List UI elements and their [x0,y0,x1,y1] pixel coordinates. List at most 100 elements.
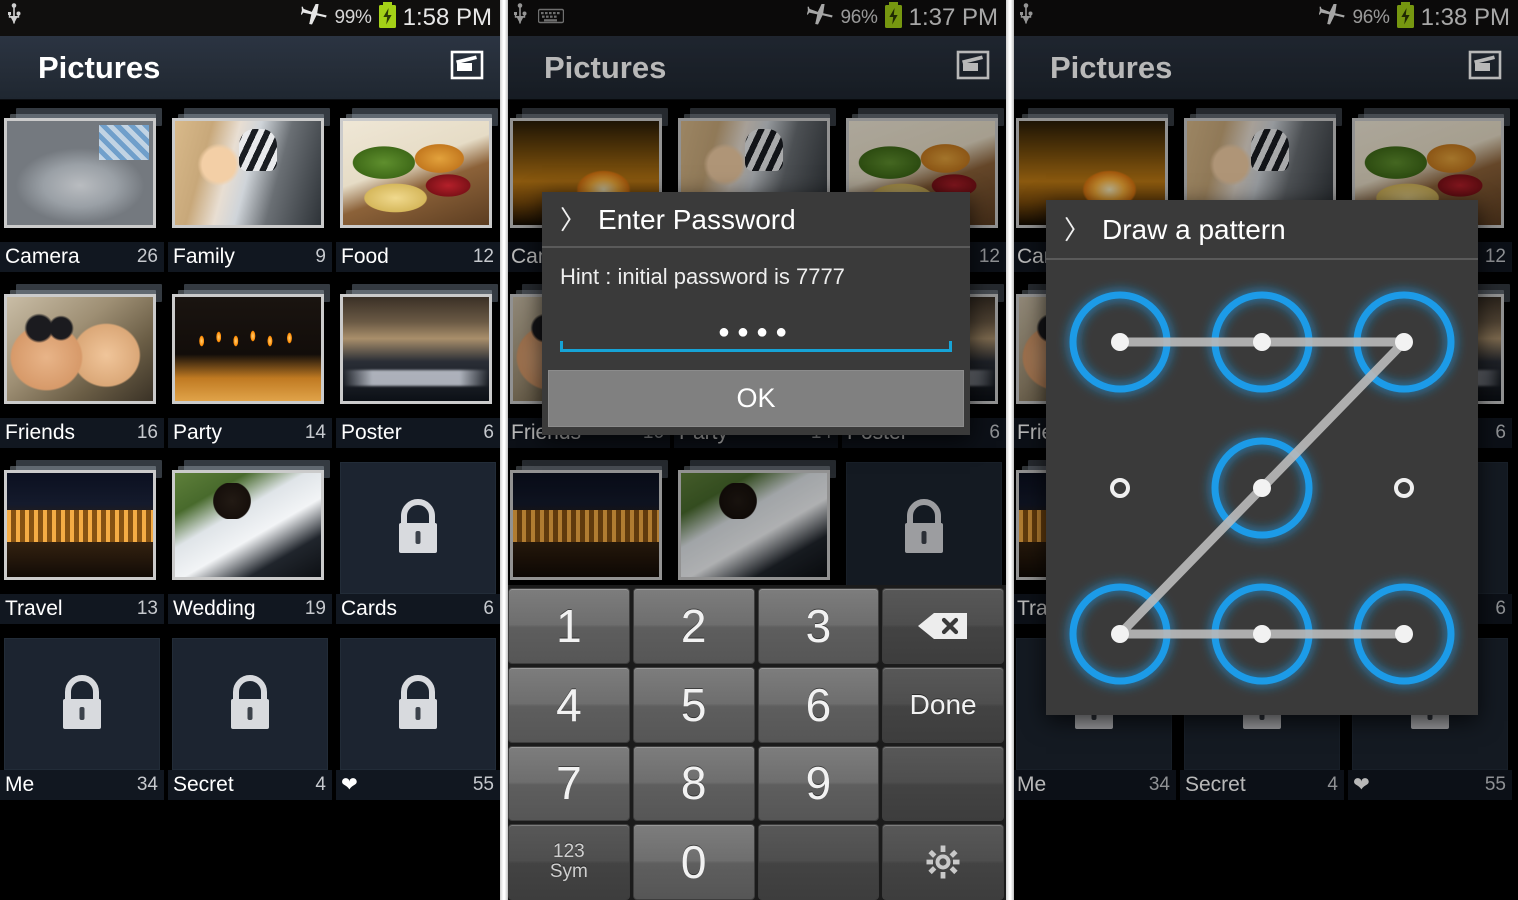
album-cover-photo [340,294,492,404]
pattern-node-1-dot[interactable] [1111,333,1129,351]
cover-artwork [7,121,153,225]
album-tile[interactable]: Secret 4 [168,632,332,800]
album-tile[interactable]: Friends 16 [0,280,164,448]
pattern-node-2-dot[interactable] [1253,333,1271,351]
phone-screenshot-2: 96% 1:37 PM Pictures 12 6 〉 Enter Passwo… [506,0,1006,900]
album-thumbnail [0,104,164,242]
album-tile[interactable]: Camera 26 [0,104,164,272]
key-9[interactable]: 9 [757,745,880,822]
album-name: Secret [173,773,234,796]
page-title-3: Pictures [1050,49,1173,85]
album-caption: Food 12 [336,242,500,272]
panel-divider-2 [1006,0,1014,900]
album-tile[interactable]: Cards 6 [336,456,500,624]
pattern-node-7-dot[interactable] [1111,625,1129,643]
status-bar-2: 96% 1:37 PM [506,0,1006,36]
album-item-count: 12 [472,246,494,267]
key-8[interactable]: 8 [632,745,755,822]
album-row: Camera 26 Family 9 Food 12 [0,104,500,280]
album-item-count: 6 [1495,422,1506,443]
blank-key-2[interactable] [757,824,880,900]
pattern-lock-canvas[interactable] [1046,260,1478,715]
key-2[interactable]: 2 [632,588,755,664]
album-tile[interactable]: Family 9 [168,104,332,272]
pattern-node-4-dot-inactive[interactable] [1110,478,1130,498]
album-item-count: 16 [136,422,158,443]
battery-charging-icon [1396,2,1415,34]
album-caption: Family 9 [168,242,332,272]
pattern-dialog-title: Draw a pattern [1102,214,1286,245]
locked-album-thumbnail [340,638,496,770]
key-1[interactable]: 1 [508,588,630,664]
key-7[interactable]: 7 [508,745,630,822]
album-row: Me 34 Secret 4 ❤ 55 [0,632,500,808]
album-tile[interactable]: Wedding 19 [168,456,332,624]
page-title-1: Pictures [38,49,161,85]
panel-divider-1 [500,0,508,900]
pattern-node-6-dot-inactive[interactable] [1394,478,1414,498]
album-caption: Poster 6 [336,418,500,448]
album-row: Friends 16 Party 14 Poster 6 [0,280,500,456]
key-0[interactable]: 0 [632,824,755,900]
album-name: Me [1017,773,1047,796]
album-item-count: 12 [1484,246,1506,267]
password-input[interactable]: ●●●● [560,322,952,352]
album-caption: ❤ 55 [336,770,500,800]
numeric-keypad: 1 2 3 4 5 6 Done 7 8 9 123 Sym 0 [506,585,1006,900]
album-tile[interactable]: Travel 13 [0,456,164,624]
blank-key[interactable] [882,745,1004,822]
cover-artwork [681,473,827,577]
pattern-lock-grid[interactable] [1046,260,1478,715]
gallery-camera-icon[interactable] [1468,49,1502,86]
settings-gear-key[interactable] [882,824,1004,900]
album-item-count: 26 [136,246,158,267]
password-dialog-title: Enter Password [598,204,796,235]
cover-artwork [343,297,489,401]
album-thumbnail [168,280,332,418]
album-thumbnail [674,456,838,594]
album-caption: Party 14 [168,418,332,448]
keypad-row: 123 Sym 0 [508,824,1004,900]
key-5[interactable]: 5 [632,666,755,743]
lock-icon [399,675,437,729]
album-name: Secret [1185,773,1246,796]
gallery-camera-icon[interactable] [956,49,990,86]
pattern-node-9-dot[interactable] [1395,625,1413,643]
album-name: Friends [5,421,76,444]
key-3[interactable]: 3 [757,588,880,664]
ok-button[interactable]: OK [548,370,964,427]
album-tile[interactable]: Party 14 [168,280,332,448]
key-6[interactable]: 6 [757,666,880,743]
symbols-key[interactable]: 123 Sym [508,824,630,900]
album-item-count: 6 [1495,598,1506,619]
album-item-count: 34 [1148,774,1170,795]
pattern-node-3-dot[interactable] [1395,333,1413,351]
done-key[interactable]: Done [882,666,1004,743]
action-bar-2: Pictures [506,36,1006,100]
usb-icon [512,2,528,34]
album-name: Cards [341,597,398,620]
pattern-node-5-dot[interactable] [1253,479,1271,497]
album-item-count: 4 [315,774,326,795]
album-cover-photo [172,470,324,580]
album-name: Food [341,245,389,268]
album-grid-1: Camera 26 Family 9 Food 12 Friends 16 Party 14 Pos… [0,100,500,808]
album-tile[interactable]: Food 12 [336,104,500,272]
album-tile[interactable]: Poster 6 [336,280,500,448]
pattern-node-8-dot[interactable] [1253,625,1271,643]
favorites-heart-icon: ❤ [1353,774,1370,796]
battery-percent-2: 96% [840,7,878,28]
gallery-camera-icon[interactable] [450,49,484,86]
album-thumbnail [0,456,164,594]
password-masked-value: ●●●● [717,321,795,343]
battery-charging-icon [884,2,903,34]
battery-charging-icon [378,2,397,34]
album-tile[interactable]: ❤ 55 [336,632,500,800]
album-item-count: 19 [304,598,326,619]
album-item-count: 6 [483,422,494,443]
album-name: Camera [5,245,80,268]
backspace-key[interactable] [882,588,1004,664]
album-name: Poster [341,421,402,444]
album-tile[interactable]: Me 34 [0,632,164,800]
key-4[interactable]: 4 [508,666,630,743]
